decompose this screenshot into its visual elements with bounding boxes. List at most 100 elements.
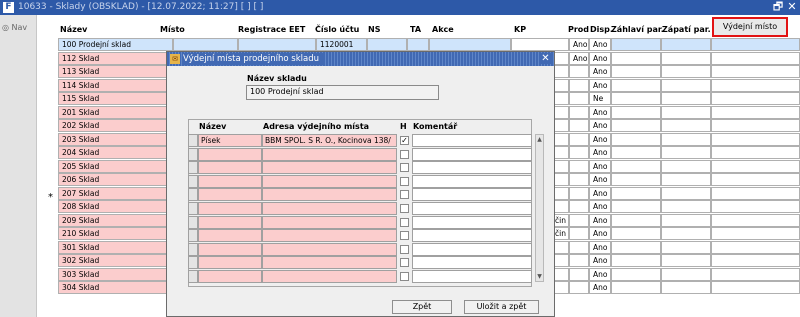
dialog-close-button[interactable]: ✕ [540, 53, 551, 64]
row-nazev-cell[interactable]: 209 Sklad [58, 213, 173, 227]
grid-nazev-cell[interactable] [198, 147, 262, 161]
row-disp-cell[interactable]: Ano [589, 267, 611, 281]
row-disp-cell[interactable]: Ano [589, 227, 611, 240]
column-header-akce[interactable]: Akce [432, 25, 454, 34]
row-zap-cell[interactable] [661, 281, 711, 294]
row-disp-cell[interactable]: Ano [589, 51, 611, 65]
row-zah-cell[interactable] [611, 186, 661, 200]
grid-adresa-cell[interactable] [262, 202, 397, 215]
row-zap-cell[interactable] [661, 38, 711, 51]
row-reg-cell[interactable] [238, 38, 316, 51]
row-zap-cell[interactable] [661, 105, 711, 119]
grid-nazev-cell[interactable] [198, 270, 262, 283]
row-prod-cell[interactable] [569, 267, 589, 281]
grid-adresa-cell[interactable] [262, 174, 397, 188]
row-vyd-cell[interactable] [711, 213, 800, 227]
scroll-down-arrow-icon[interactable]: ▼ [536, 272, 543, 281]
grid-adresa-cell[interactable]: BBM SPOL. S R. O., Kocinova 138/ [262, 134, 397, 147]
grid-komentar-cell[interactable] [412, 188, 532, 202]
row-zah-cell[interactable] [611, 119, 661, 132]
grid-nazev-cell[interactable] [198, 229, 262, 243]
column-header-zahlavi[interactable]: Záhlaví par. [611, 25, 664, 34]
vydejni-misto-button[interactable]: Výdejní místo [712, 17, 788, 37]
grid-scrollbar[interactable]: ▲ ▼ [535, 134, 544, 282]
row-vyd-cell[interactable] [711, 105, 800, 119]
row-zap-cell[interactable] [661, 227, 711, 240]
row-zah-cell[interactable] [611, 281, 661, 294]
grid-komentar-cell[interactable] [412, 174, 532, 188]
grid-adresa-cell[interactable] [262, 229, 397, 243]
row-misto-cell[interactable] [173, 38, 238, 51]
grid-nazev-cell[interactable] [198, 188, 262, 202]
grid-h-checkbox[interactable]: ✓ [400, 136, 409, 145]
row-zah-cell[interactable] [611, 132, 661, 146]
row-vyd-cell[interactable] [711, 65, 800, 78]
row-disp-cell[interactable]: Ano [589, 281, 611, 294]
row-zap-cell[interactable] [661, 267, 711, 281]
row-nazev-cell[interactable]: 115 Sklad [58, 92, 173, 105]
row-zah-cell[interactable] [611, 65, 661, 78]
row-prod-cell[interactable] [569, 227, 589, 240]
row-zap-cell[interactable] [661, 146, 711, 159]
close-window-button[interactable]: ✕ [786, 1, 798, 13]
row-disp-cell[interactable]: Ano [589, 186, 611, 200]
row-zah-cell[interactable] [611, 51, 661, 65]
grid-row-selector[interactable] [188, 242, 198, 256]
row-cislo-uctu-cell[interactable]: 1120001 [316, 38, 367, 51]
row-prod-cell[interactable] [569, 78, 589, 92]
grid-row-selector[interactable] [188, 270, 198, 283]
row-prod-cell[interactable] [569, 92, 589, 105]
row-vyd-cell[interactable] [711, 51, 800, 65]
row-nazev-cell[interactable]: 202 Sklad [58, 119, 173, 132]
grid-h-checkbox[interactable] [400, 176, 409, 186]
grid-nazev-cell[interactable] [198, 174, 262, 188]
grid-komentar-cell[interactable] [412, 215, 532, 229]
grid-adresa-cell[interactable] [262, 242, 397, 256]
grid-h-checkbox[interactable] [400, 190, 409, 200]
grid-adresa-cell[interactable] [262, 256, 397, 270]
grid-komentar-cell[interactable] [412, 147, 532, 161]
grid-h-checkbox[interactable] [400, 217, 409, 227]
row-vyd-cell[interactable] [711, 132, 800, 146]
row-disp-cell[interactable]: Ano [589, 240, 611, 254]
row-nazev-cell[interactable]: 208 Sklad [58, 200, 173, 213]
row-nazev-cell[interactable]: 113 Sklad [58, 65, 173, 78]
grid-row-selector[interactable] [188, 174, 198, 188]
row-disp-cell[interactable]: Ano [589, 119, 611, 132]
row-prod-cell[interactable] [569, 186, 589, 200]
restore-window-button[interactable]: 🗗 [772, 1, 784, 13]
row-zap-cell[interactable] [661, 186, 711, 200]
row-prod-cell[interactable] [569, 240, 589, 254]
grid-row-selector[interactable] [188, 161, 198, 175]
row-vyd-cell[interactable] [711, 254, 800, 267]
row-nazev-cell[interactable]: 114 Sklad [58, 78, 173, 92]
grid-h-checkbox[interactable] [400, 244, 409, 254]
row-zap-cell[interactable] [661, 159, 711, 173]
row-vyd-cell[interactable] [711, 38, 800, 51]
row-zah-cell[interactable] [611, 213, 661, 227]
column-header-misto[interactable]: Místo [160, 25, 185, 34]
row-zah-cell[interactable] [611, 227, 661, 240]
row-disp-cell[interactable]: Ano [589, 78, 611, 92]
column-header-zapati[interactable]: Zápatí par. [662, 25, 711, 34]
grid-h-checkbox[interactable] [400, 204, 409, 213]
row-zap-cell[interactable] [661, 240, 711, 254]
row-vyd-cell[interactable] [711, 78, 800, 92]
row-nazev-cell[interactable]: 207 Sklad [58, 186, 173, 200]
row-vyd-cell[interactable] [711, 173, 800, 186]
grid-h-checkbox[interactable] [400, 258, 409, 268]
row-nazev-cell[interactable]: 206 Sklad [58, 173, 173, 186]
grid-komentar-cell[interactable] [412, 270, 532, 283]
row-prod-cell[interactable]: Ano [569, 51, 589, 65]
grid-row-selector[interactable] [188, 256, 198, 270]
column-header-registrace-eet[interactable]: Registrace EET [238, 25, 305, 34]
row-prod-cell[interactable] [569, 105, 589, 119]
row-disp-cell[interactable]: Ano [589, 213, 611, 227]
row-nazev-cell[interactable]: 205 Sklad [58, 159, 173, 173]
grid-nazev-cell[interactable] [198, 202, 262, 215]
row-prod-cell[interactable] [569, 213, 589, 227]
row-zap-cell[interactable] [661, 173, 711, 186]
grid-nazev-cell[interactable] [198, 242, 262, 256]
grid-nazev-cell[interactable]: Písek [198, 134, 262, 147]
grid-adresa-cell[interactable] [262, 270, 397, 283]
